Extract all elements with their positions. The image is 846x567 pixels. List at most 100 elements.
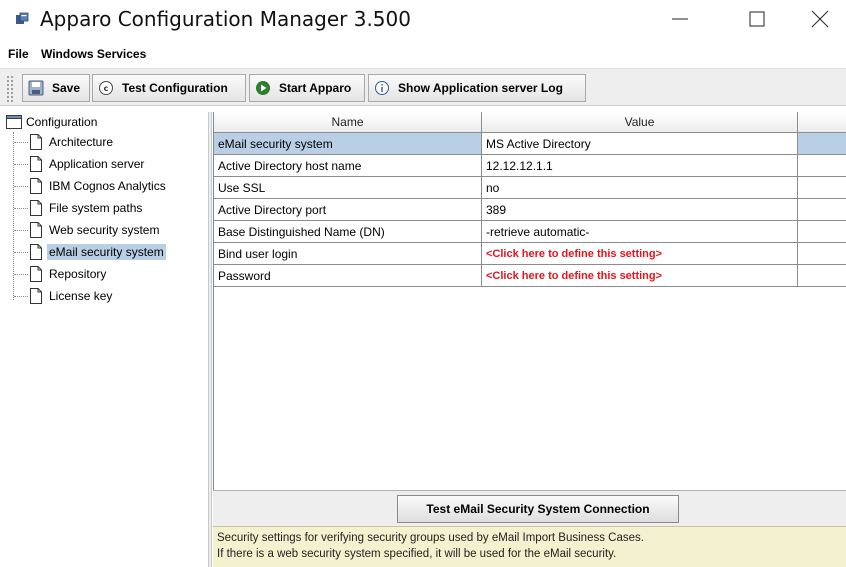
show-log-label: Show Application server Log [398,81,563,95]
info-icon [374,80,390,96]
setting-name: Bind user login [214,243,482,265]
test-button-panel: Test eMail Security System Connection [213,490,846,526]
title-bar: Apparo Configuration Manager 3.500 [0,0,846,38]
close-icon [811,10,829,28]
table-row[interactable]: Bind user login <Click here to define thi… [214,243,846,265]
maximize-icon [749,11,765,27]
start-apparo-button[interactable]: Start Apparo [249,74,365,102]
tree-connector [14,274,28,275]
document-icon [30,200,42,216]
toolbar: Save c Test Configuration Start Apparo S… [0,68,846,106]
table-header: Name Value [214,112,846,133]
tree-root-configuration[interactable]: Configuration [6,112,99,132]
document-icon [30,244,42,260]
setting-value[interactable]: <Click here to define this setting> [482,243,798,265]
tree-item[interactable]: Application server [29,154,146,174]
tree-item[interactable]: eMail security system [29,242,166,262]
setting-value[interactable]: no [482,177,798,199]
tree-item[interactable]: Web security system [29,220,161,240]
tree-item-label: Web security system [49,223,160,237]
column-header-value[interactable]: Value [482,112,798,133]
settings-table: Name Value eMail security system MS Activ… [213,112,846,490]
document-icon [30,222,42,238]
column-header-name[interactable]: Name [214,112,482,133]
save-icon [28,80,44,96]
start-apparo-label: Start Apparo [279,81,352,95]
table-row[interactable]: Password <Click here to define this setti… [214,265,846,287]
folder-icon [6,115,22,129]
close-button[interactable] [790,0,846,38]
info-line-2: If there is a web security system specif… [217,548,617,560]
tree-connector [14,186,28,187]
maximize-button[interactable] [727,0,787,38]
tree-item[interactable]: Repository [29,264,108,284]
tree-connector [14,142,28,143]
document-icon [30,266,42,282]
tree-connector [14,164,28,165]
table-row[interactable]: Active Directory host name 12.12.12.1.1 [214,155,846,177]
setting-value[interactable]: <Click here to define this setting> [482,265,798,287]
tree-item-label: Repository [49,267,107,281]
setting-value[interactable]: MS Active Directory [482,133,798,155]
column-header-extra[interactable] [798,112,846,133]
setting-extra-cell [798,265,846,287]
test-email-security-connection-button[interactable]: Test eMail Security System Connection [397,495,679,523]
document-icon [30,178,42,194]
tree-item-label: File system paths [49,201,143,215]
setting-name: Use SSL [214,177,482,199]
menu-windows-services[interactable]: Windows Services [41,47,146,61]
window-title: Apparo Configuration Manager 3.500 [40,7,411,31]
table-row[interactable]: Base Distinguished Name (DN) -retrieve au… [214,221,846,243]
toolbar-grip[interactable] [6,75,14,103]
tree-item-label: IBM Cognos Analytics [49,179,166,193]
tree-connector [14,230,28,231]
table-row[interactable]: Active Directory port 389 [214,199,846,221]
tree-item[interactable]: License key [29,286,114,306]
setting-extra-cell [798,133,846,155]
show-log-button[interactable]: Show Application server Log [368,74,586,102]
save-button[interactable]: Save [22,74,90,102]
apparo-app-icon [16,12,29,24]
setting-extra-cell [798,177,846,199]
document-icon [30,134,42,150]
tree-item[interactable]: File system paths [29,198,144,218]
tree-item-label: eMail security system [47,244,166,260]
setting-extra-cell [798,199,846,221]
save-button-label: Save [52,81,81,95]
tree-item[interactable]: IBM Cognos Analytics [29,176,168,196]
split-pane-divider[interactable] [208,112,212,567]
document-icon [30,156,42,172]
minimize-icon [672,18,688,20]
play-icon [255,80,271,96]
info-panel: Security settings for verifying security… [213,526,846,567]
document-icon [30,288,42,304]
setting-name: Base Distinguished Name (DN) [214,221,482,243]
tree-item[interactable]: Architecture [29,132,115,152]
tree-item-label: Application server [49,157,145,171]
setting-value[interactable]: 389 [482,199,798,221]
setting-name: Password [214,265,482,287]
test-icon: c [98,80,114,96]
svg-text:c: c [104,84,109,93]
minimize-button[interactable] [650,0,710,38]
setting-name: eMail security system [214,133,482,155]
menu-bar: File Windows Services [0,44,846,64]
tree-connector [14,296,28,297]
tree-item-label: Architecture [49,135,114,149]
menu-file[interactable]: File [8,47,29,61]
setting-extra-cell [798,221,846,243]
tree-root-label: Configuration [26,115,98,129]
table-row[interactable]: eMail security system MS Active Directory [214,133,846,155]
setting-name: Active Directory port [214,199,482,221]
setting-value[interactable]: -retrieve automatic- [482,221,798,243]
setting-extra-cell [798,155,846,177]
setting-value[interactable]: 12.12.12.1.1 [482,155,798,177]
test-configuration-button[interactable]: c Test Configuration [92,74,246,102]
tree-connector [14,252,28,253]
table-row[interactable]: Use SSL no [214,177,846,199]
setting-extra-cell [798,243,846,265]
tree-item-label: License key [49,289,113,303]
tree-connector [14,208,28,209]
setting-name: Active Directory host name [214,155,482,177]
test-configuration-label: Test Configuration [122,81,228,95]
